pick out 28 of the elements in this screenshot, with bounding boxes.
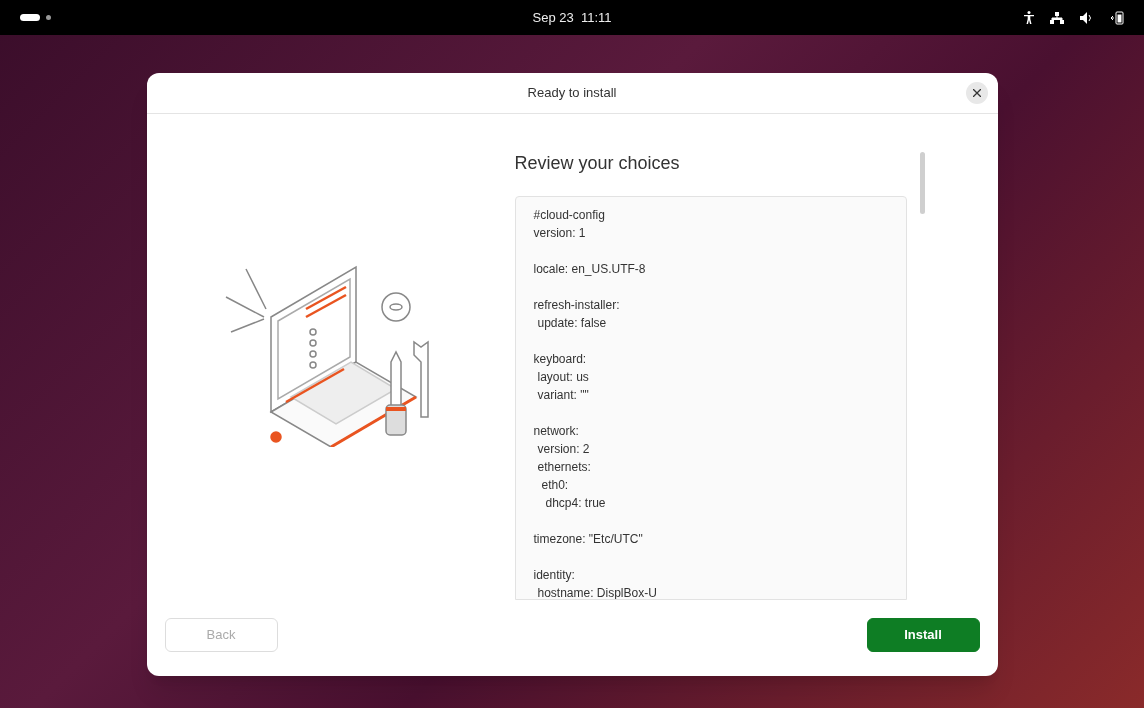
config-line: version: 2 [537, 441, 590, 458]
scrollbar-thumb[interactable] [919, 152, 925, 214]
config-line: layout: us [537, 369, 589, 386]
config-line: eth0: [541, 477, 569, 494]
close-button[interactable] [965, 82, 988, 104]
dialog-title: Ready to install [527, 84, 617, 103]
config-line: locale: en_US.UTF-8 [533, 261, 646, 278]
battery-icon[interactable] [1110, 10, 1124, 25]
config-line: #cloud-config [533, 207, 605, 224]
config-line: update: false [537, 315, 607, 332]
volume-icon[interactable] [1080, 11, 1094, 24]
config-line: timezone: "Etc/UTC" [533, 531, 643, 548]
config-line: keyboard: [533, 351, 587, 368]
clock[interactable]: Sep 23 11:11 [532, 7, 612, 28]
network-icon[interactable] [1050, 11, 1064, 24]
install-button[interactable]: Install [866, 618, 980, 652]
close-icon [972, 89, 981, 97]
config-line: network: [533, 423, 579, 440]
config-line: dhcp4: true [545, 495, 606, 512]
config-line: version: 1 [533, 225, 586, 242]
config-line: hostname: DisplBox-U [537, 585, 657, 599]
config-line: variant: "" [537, 387, 589, 404]
accessibility-icon[interactable] [1024, 11, 1034, 24]
review-heading: Review your choices [514, 152, 681, 175]
config-line: ethernets: [537, 459, 591, 476]
config-line: identity: [533, 567, 575, 584]
config-line: refresh-installer: [533, 297, 620, 314]
activities-indicator-icon[interactable] [20, 14, 51, 21]
